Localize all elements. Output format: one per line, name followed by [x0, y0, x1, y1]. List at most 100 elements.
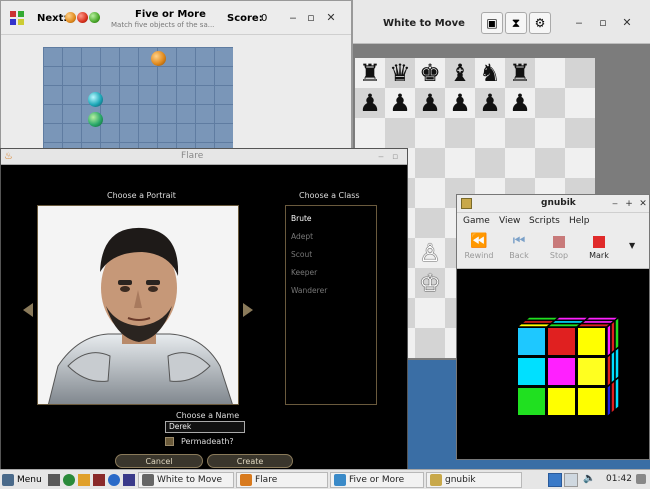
chess-square[interactable]: [475, 148, 505, 178]
quicklaunch-icon-3[interactable]: [78, 474, 90, 486]
stop-button[interactable]: Stop: [541, 233, 577, 260]
quicklaunch-icon-1[interactable]: [48, 474, 60, 486]
cube-facelet[interactable]: [518, 388, 545, 415]
quicklaunch-icon-2[interactable]: [63, 474, 75, 486]
menu-scripts[interactable]: Scripts: [529, 216, 560, 226]
cancel-button[interactable]: Cancel: [115, 454, 203, 468]
chess-square[interactable]: [475, 118, 505, 148]
chess-piece[interactable]: ♟: [385, 88, 415, 118]
chess-piece[interactable]: ♟: [355, 88, 385, 118]
quicklaunch-icon-5[interactable]: [108, 474, 120, 486]
ball-green[interactable]: [88, 112, 103, 127]
chess-piece[interactable]: ♞: [475, 58, 505, 88]
start-menu-button[interactable]: Menu: [2, 472, 42, 488]
next-portrait-button[interactable]: [243, 303, 253, 317]
chess-piece[interactable]: ♜: [355, 58, 385, 88]
chess-square[interactable]: [565, 88, 595, 118]
cube-facelet[interactable]: [614, 315, 620, 352]
chess-square[interactable]: [535, 148, 565, 178]
chess-square[interactable]: [535, 58, 565, 88]
chess-square[interactable]: [505, 118, 535, 148]
cube-facelet[interactable]: [578, 358, 605, 385]
chess-square[interactable]: [445, 148, 475, 178]
cube-facelet[interactable]: [548, 388, 575, 415]
chess-square[interactable]: [415, 328, 445, 358]
close-button[interactable]: ✕: [323, 1, 339, 34]
permadeath-checkbox[interactable]: [165, 437, 174, 446]
game-board[interactable]: [43, 47, 233, 159]
class-item-keeper[interactable]: Keeper: [291, 268, 317, 277]
chess-square[interactable]: [505, 148, 535, 178]
task-gnubik[interactable]: gnubik: [426, 472, 522, 488]
cube-facelet[interactable]: [574, 322, 614, 328]
quicklaunch-icon-6[interactable]: [123, 474, 135, 486]
cube-facelet[interactable]: [578, 328, 605, 355]
chess-piece[interactable]: ♛: [385, 58, 415, 88]
chess-square[interactable]: [415, 148, 445, 178]
class-item-scout[interactable]: Scout: [291, 250, 312, 259]
create-button[interactable]: Create: [207, 454, 293, 468]
cube-facelet[interactable]: [614, 345, 620, 382]
cube-facelet[interactable]: [518, 328, 545, 355]
chess-square[interactable]: [565, 148, 595, 178]
name-input[interactable]: Derek: [165, 421, 245, 433]
cube-facelet[interactable]: [548, 328, 575, 355]
chess-piece[interactable]: ♝: [445, 58, 475, 88]
cube-facelet[interactable]: [578, 388, 605, 415]
chess-piece[interactable]: ♟: [415, 88, 445, 118]
chess-square[interactable]: [445, 118, 475, 148]
task-white-to-move[interactable]: White to Move: [138, 472, 234, 488]
cube-facelet[interactable]: [548, 358, 575, 385]
minimize-button[interactable]: ‒: [285, 1, 301, 34]
chess-square[interactable]: [565, 58, 595, 88]
task-five-or-more[interactable]: Five or More: [330, 472, 424, 488]
cube-facelet[interactable]: [544, 322, 584, 328]
menu-view[interactable]: View: [499, 216, 520, 226]
rubik-cube-view[interactable]: [457, 269, 649, 459]
menu-game[interactable]: Game: [463, 216, 490, 226]
toolbar-overflow-icon[interactable]: ▼: [629, 241, 635, 250]
save-icon[interactable]: ▣: [481, 12, 503, 34]
chess-piece[interactable]: ♔: [415, 268, 445, 298]
class-item-adept[interactable]: Adept: [291, 232, 313, 241]
class-item-brute[interactable]: Brute: [291, 214, 312, 223]
chess-square[interactable]: [535, 88, 565, 118]
task-flare[interactable]: Flare: [236, 472, 328, 488]
volume-icon[interactable]: 🔈: [583, 473, 595, 484]
maximize-button[interactable]: ▫: [387, 149, 403, 164]
maximize-button[interactable]: ▫: [303, 1, 319, 34]
chess-piece[interactable]: ♙: [415, 238, 445, 268]
cube-facelet[interactable]: [614, 375, 620, 412]
mark-button[interactable]: Mark: [581, 233, 617, 260]
chess-square[interactable]: [415, 118, 445, 148]
minimize-button[interactable]: ‒: [571, 0, 587, 44]
chess-piece[interactable]: ♜: [505, 58, 535, 88]
chess-square[interactable]: [415, 208, 445, 238]
rewind-button[interactable]: ⏪ Rewind: [461, 233, 497, 260]
close-button[interactable]: ✕: [635, 195, 649, 212]
chess-piece[interactable]: ♟: [445, 88, 475, 118]
chess-square[interactable]: [415, 178, 445, 208]
chess-piece[interactable]: ♟: [475, 88, 505, 118]
cube-facelet[interactable]: [518, 358, 545, 385]
menu-help[interactable]: Help: [569, 216, 590, 226]
close-button[interactable]: ✕: [619, 0, 635, 44]
notification-icon[interactable]: [636, 474, 646, 484]
timer-icon[interactable]: ⧗: [505, 12, 527, 34]
chess-piece[interactable]: ♚: [415, 58, 445, 88]
chess-piece[interactable]: ♟: [505, 88, 535, 118]
back-button[interactable]: ⏮ Back: [501, 233, 537, 260]
chess-square[interactable]: [565, 118, 595, 148]
chess-square[interactable]: [535, 118, 565, 148]
chess-square[interactable]: [355, 118, 385, 148]
maximize-button[interactable]: ▫: [595, 0, 611, 44]
class-item-wanderer[interactable]: Wanderer: [291, 286, 327, 295]
ball-orange[interactable]: [151, 51, 166, 66]
cube-facelet[interactable]: [514, 322, 554, 328]
ball-cyan[interactable]: [88, 92, 103, 107]
workspace-switcher[interactable]: [548, 473, 578, 487]
chess-square[interactable]: [415, 298, 445, 328]
previous-portrait-button[interactable]: [23, 303, 33, 317]
chess-square[interactable]: [385, 118, 415, 148]
quicklaunch-icon-4[interactable]: [93, 474, 105, 486]
